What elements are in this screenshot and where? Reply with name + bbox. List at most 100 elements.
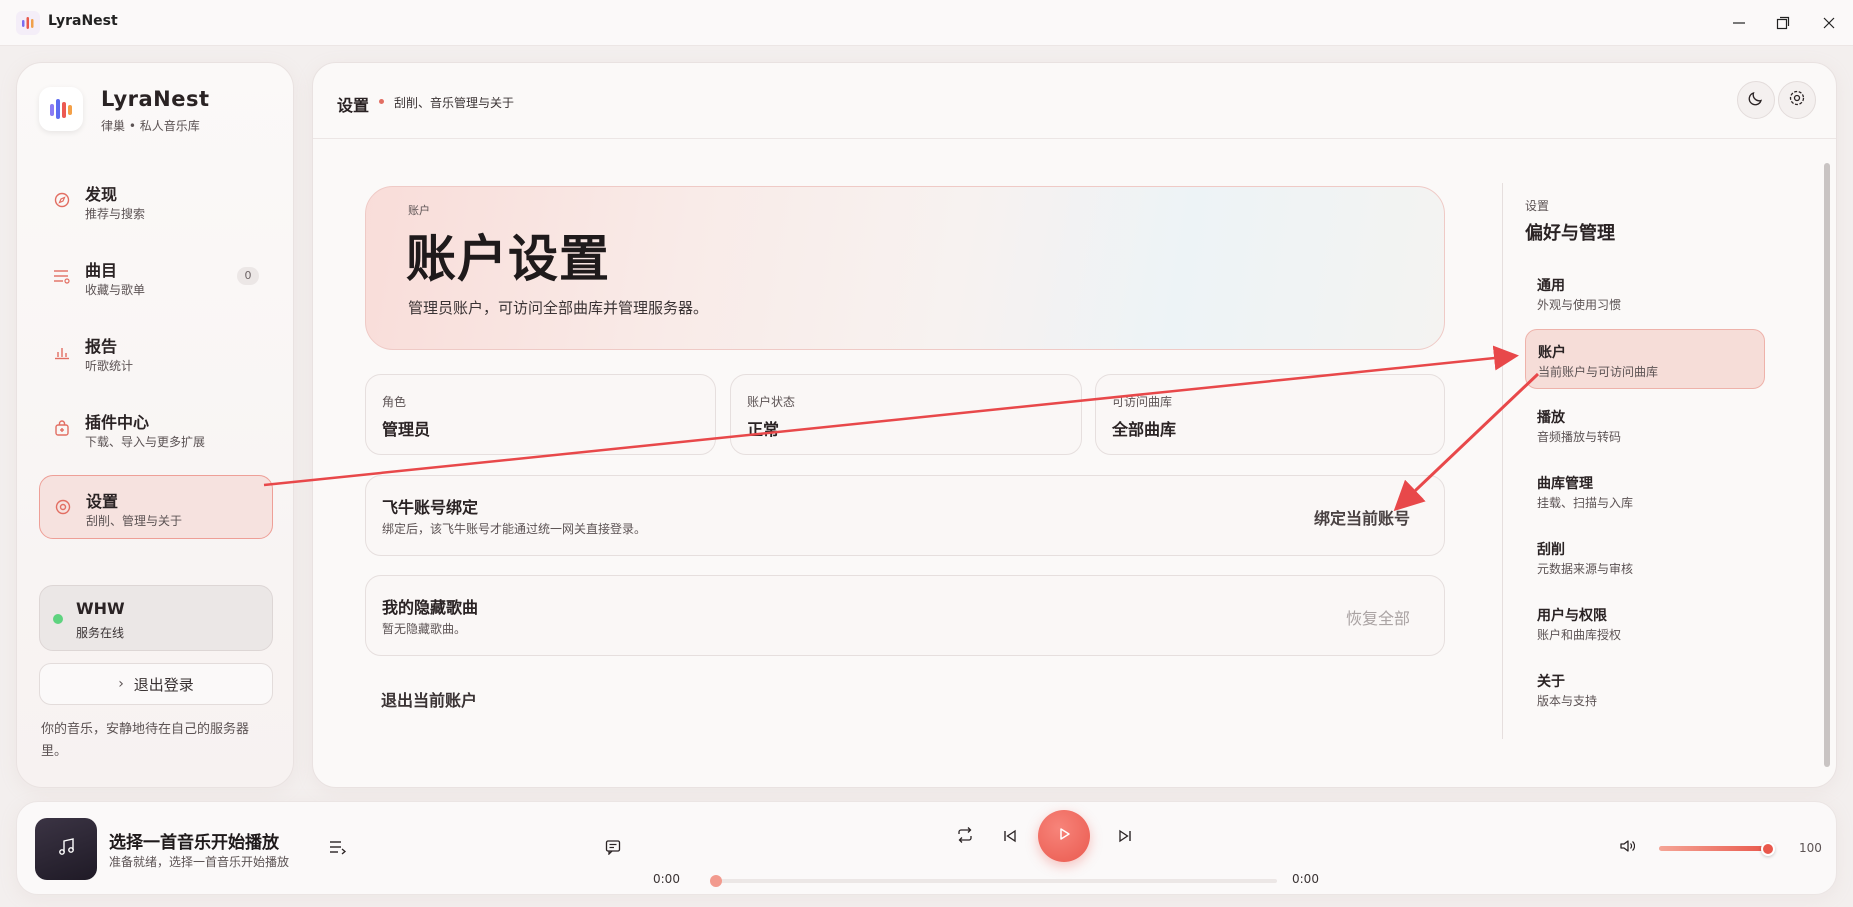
queue-icon bbox=[329, 839, 347, 859]
count-badge: 0 bbox=[237, 267, 259, 285]
sidebar-item-title: 设置 bbox=[86, 492, 119, 511]
title-bar: LyraNest bbox=[0, 0, 1853, 46]
server-status: 服务在线 bbox=[76, 626, 125, 640]
logout-account-button[interactable]: 退出当前账户 bbox=[381, 687, 477, 711]
settings-nav-subtitle: 音频播放与转码 bbox=[1537, 430, 1622, 444]
sidebar-item-subtitle: 刮削、管理与关于 bbox=[86, 514, 183, 528]
settings-nav-subtitle: 版本与支持 bbox=[1537, 694, 1598, 708]
compass-icon bbox=[53, 191, 71, 209]
lyrics-icon bbox=[605, 839, 621, 859]
settings-subnav: 设置 偏好与管理 通用 外观与使用习惯 账户 当前账户与可访问曲库 播放 音频播… bbox=[1502, 183, 1765, 739]
page-title: 设置 bbox=[337, 96, 370, 115]
logout-label: 退出登录 bbox=[133, 675, 194, 694]
bind-account-button[interactable]: 绑定当前账号 bbox=[1314, 505, 1410, 529]
row-title: 飞牛账号绑定 bbox=[382, 498, 479, 517]
settings-nav-playback[interactable]: 播放 音频播放与转码 bbox=[1525, 395, 1765, 455]
sidebar-item-title: 报告 bbox=[85, 337, 118, 356]
sidebar-item-title: 插件中心 bbox=[85, 413, 150, 432]
window-title: LyraNest bbox=[48, 13, 118, 29]
settings-nav-users[interactable]: 用户与权限 账户和曲库授权 bbox=[1525, 593, 1765, 653]
music-note-icon bbox=[56, 837, 76, 861]
feiniu-binding-card: 飞牛账号绑定 绑定后，该飞牛账号才能通过统一网关直接登录。 绑定当前账号 bbox=[365, 475, 1445, 556]
previous-button[interactable] bbox=[999, 826, 1021, 848]
restore-all-button[interactable]: 恢复全部 bbox=[1346, 605, 1410, 629]
minimize-button[interactable] bbox=[1724, 10, 1754, 36]
scrollbar-thumb[interactable] bbox=[1824, 163, 1830, 767]
bar-chart-icon bbox=[53, 343, 71, 361]
hero-kicker: 账户 bbox=[408, 204, 430, 217]
list-icon bbox=[53, 267, 71, 285]
preferences-button[interactable] bbox=[1778, 81, 1816, 119]
settings-nav-subtitle: 挂载、扫描与入库 bbox=[1537, 496, 1634, 510]
info-label: 角色 bbox=[382, 395, 407, 409]
online-status-dot bbox=[53, 614, 63, 624]
settings-nav-scraping[interactable]: 刮削 元数据来源与审核 bbox=[1525, 527, 1765, 587]
sidebar-item-plugins[interactable]: 插件中心 下载、导入与更多扩展 bbox=[39, 397, 273, 461]
album-cover bbox=[35, 818, 97, 880]
next-button[interactable] bbox=[1114, 826, 1136, 848]
play-icon bbox=[1056, 826, 1072, 846]
sidebar: LyraNest 律巢 • 私人音乐库 发现 推荐与搜索 曲目 收藏与歌单 0 … bbox=[16, 62, 294, 788]
volume-button[interactable] bbox=[1616, 837, 1638, 859]
hero-title: 账户设置 bbox=[406, 230, 610, 288]
volume-icon bbox=[1619, 838, 1636, 858]
lyrics-button[interactable] bbox=[602, 838, 624, 860]
library-access-card: 可访问曲库 全部曲库 bbox=[1095, 374, 1445, 455]
settings-nav-title: 刮削 bbox=[1537, 542, 1565, 558]
moon-icon bbox=[1748, 90, 1764, 110]
settings-nav-library[interactable]: 曲库管理 挂载、扫描与入库 bbox=[1525, 461, 1765, 521]
brand-subtitle: 律巢 • 私人音乐库 bbox=[101, 119, 200, 133]
app-logo-icon bbox=[16, 11, 40, 35]
settings-nav-about[interactable]: 关于 版本与支持 bbox=[1525, 659, 1765, 719]
sidebar-item-discover[interactable]: 发现 推荐与搜索 bbox=[39, 169, 273, 233]
close-button[interactable] bbox=[1814, 10, 1844, 36]
settings-nav-general[interactable]: 通用 外观与使用习惯 bbox=[1525, 263, 1765, 323]
tagline: 你的音乐，安静地待在自己的服务器里。 bbox=[41, 722, 250, 759]
play-button[interactable] bbox=[1038, 810, 1090, 862]
page-subtitle: 刮削、音乐管理与关于 bbox=[394, 96, 515, 110]
settings-nav-account[interactable]: 账户 当前账户与可访问曲库 bbox=[1525, 329, 1765, 389]
settings-nav-title: 关于 bbox=[1537, 674, 1565, 690]
settings-icon bbox=[54, 498, 72, 516]
settings-nav-title: 曲库管理 bbox=[1537, 476, 1593, 492]
info-label: 可访问曲库 bbox=[1112, 395, 1173, 409]
repeat-button[interactable] bbox=[954, 826, 976, 848]
repeat-icon bbox=[956, 826, 974, 848]
maximize-button[interactable] bbox=[1768, 10, 1798, 36]
hidden-songs-card: 我的隐藏歌曲 暂无隐藏歌曲。 恢复全部 bbox=[365, 575, 1445, 656]
skip-forward-icon bbox=[1118, 828, 1132, 847]
volume-knob[interactable] bbox=[1761, 842, 1775, 856]
account-hero-card: 账户 账户设置 管理员账户，可访问全部曲库并管理服务器。 bbox=[365, 186, 1445, 350]
title-dot bbox=[379, 99, 384, 104]
track-title: 选择一首音乐开始播放 bbox=[109, 833, 279, 853]
track-subtitle: 准备就绪，选择一首音乐开始播放 bbox=[109, 855, 290, 869]
hero-description: 管理员账户，可访问全部曲库并管理服务器。 bbox=[408, 299, 709, 317]
info-label: 账户状态 bbox=[747, 395, 796, 409]
sidebar-item-subtitle: 推荐与搜索 bbox=[85, 207, 146, 221]
volume-value: 100 bbox=[1799, 841, 1822, 855]
theme-toggle-button[interactable] bbox=[1737, 81, 1775, 119]
player-bar: 选择一首音乐开始播放 准备就绪，选择一首音乐开始播放 0:00 0:00 100 bbox=[16, 801, 1837, 895]
queue-button[interactable] bbox=[327, 838, 349, 860]
account-status-card: 账户状态 正常 bbox=[730, 374, 1082, 455]
volume-slider[interactable] bbox=[1659, 846, 1769, 851]
sidebar-item-reports[interactable]: 报告 听歌统计 bbox=[39, 321, 273, 385]
sidebar-item-subtitle: 收藏与歌单 bbox=[85, 283, 146, 297]
settings-nav-title: 账户 bbox=[1538, 345, 1566, 361]
sidebar-item-settings[interactable]: 设置 刮削、管理与关于 bbox=[39, 475, 273, 539]
settings-nav-subtitle: 当前账户与可访问曲库 bbox=[1538, 365, 1659, 379]
progress-bar[interactable] bbox=[717, 879, 1277, 883]
sidebar-item-subtitle: 下载、导入与更多扩展 bbox=[85, 435, 206, 449]
logout-button[interactable]: › 退出登录 bbox=[39, 663, 273, 705]
main-panel: 设置 刮削、音乐管理与关于 账户 账户设置 管理员账户，可访问全部曲库并管理服务… bbox=[312, 62, 1837, 788]
progress-knob[interactable] bbox=[710, 875, 722, 887]
sidebar-item-tracks[interactable]: 曲目 收藏与歌单 0 bbox=[39, 245, 273, 309]
brand-name: LyraNest bbox=[101, 87, 210, 111]
gear-icon bbox=[1788, 89, 1806, 111]
subnav-kicker: 设置 bbox=[1525, 199, 1550, 213]
settings-nav-title: 播放 bbox=[1537, 410, 1565, 426]
info-value: 全部曲库 bbox=[1112, 420, 1177, 439]
server-name: WHW bbox=[76, 599, 125, 618]
brand-logo-icon bbox=[39, 87, 83, 131]
info-value: 管理员 bbox=[382, 420, 431, 439]
